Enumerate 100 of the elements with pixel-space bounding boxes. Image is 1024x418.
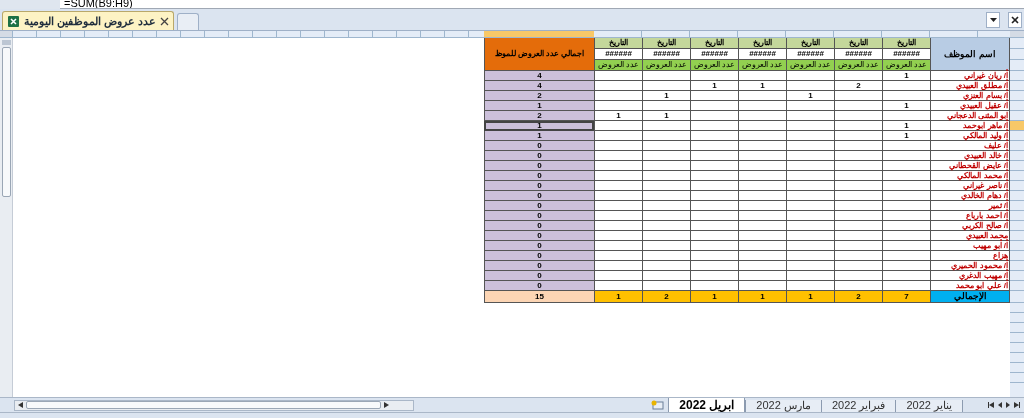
count-cell xyxy=(786,121,834,131)
sheet-tab[interactable]: مارس 2022 xyxy=(745,399,822,413)
count-cell xyxy=(690,241,738,251)
row-header-selected[interactable] xyxy=(1010,121,1024,131)
count-cell xyxy=(690,121,738,131)
count-cell xyxy=(594,171,642,181)
count-cell: 1 xyxy=(594,111,642,121)
row-total: 0 xyxy=(484,271,594,281)
employee-name: هزاع xyxy=(930,251,1010,261)
horizontal-scrollbar[interactable] xyxy=(14,399,414,411)
row-total: 0 xyxy=(484,141,594,151)
count-cell xyxy=(690,231,738,241)
count-cell xyxy=(882,211,930,221)
count-cell xyxy=(786,161,834,171)
sheet-tab[interactable]: فبراير 2022 xyxy=(820,399,897,413)
row-total: 1 xyxy=(484,121,594,131)
count-cell xyxy=(690,261,738,271)
count-cell: 1 xyxy=(642,111,690,121)
count-cell xyxy=(834,281,882,291)
count-cell xyxy=(642,101,690,111)
count-cell: 1 xyxy=(882,71,930,81)
row-total: 1 xyxy=(484,101,594,111)
close-button[interactable] xyxy=(1008,12,1022,28)
new-tab-button[interactable] xyxy=(177,13,200,30)
count-cell: 2 xyxy=(834,81,882,91)
row-total: 0 xyxy=(484,151,594,161)
count-cell xyxy=(738,101,786,111)
select-all-corner[interactable] xyxy=(0,31,13,38)
sheet-tab[interactable]: يناير 2022 xyxy=(895,399,963,413)
count-cell xyxy=(594,221,642,231)
count-cell xyxy=(834,221,882,231)
count-cell xyxy=(642,221,690,231)
count-cell xyxy=(738,241,786,251)
count-cell xyxy=(786,191,834,201)
new-sheet-icon[interactable] xyxy=(650,400,665,410)
count-cell xyxy=(642,191,690,201)
count-cell xyxy=(834,91,882,101)
count-cell xyxy=(594,91,642,101)
column-total: 1 xyxy=(690,291,738,303)
row-total: 0 xyxy=(484,241,594,251)
count-cell xyxy=(738,191,786,201)
count-cell xyxy=(882,81,930,91)
count-cell xyxy=(786,181,834,191)
count-cell xyxy=(786,241,834,251)
count-cell xyxy=(738,201,786,211)
arrow-left-icon[interactable] xyxy=(18,402,23,408)
count-cell xyxy=(738,171,786,181)
close-icon[interactable] xyxy=(160,16,170,26)
previous-sheet-icon[interactable] xyxy=(998,402,1002,408)
count-cell xyxy=(690,271,738,281)
count-cell xyxy=(834,121,882,131)
column-total: 1 xyxy=(594,291,642,303)
count-cell xyxy=(738,281,786,291)
row-total: 0 xyxy=(484,281,594,291)
row-total: 0 xyxy=(484,211,594,221)
row-total: 4 xyxy=(484,81,594,91)
count-cell xyxy=(594,231,642,241)
count-cell xyxy=(594,241,642,251)
sheet-tab[interactable]: ابريل 2022 xyxy=(668,397,746,413)
row-total: 2 xyxy=(484,91,594,101)
count-cell xyxy=(690,221,738,231)
count-cell xyxy=(594,161,642,171)
count-cell xyxy=(690,201,738,211)
arrow-right-icon[interactable] xyxy=(384,402,389,408)
next-sheet-icon[interactable] xyxy=(1006,402,1010,408)
caret-icon xyxy=(989,18,997,22)
column-total: 2 xyxy=(642,291,690,303)
count-cell xyxy=(642,281,690,291)
first-sheet-icon[interactable] xyxy=(988,402,994,408)
count-cell xyxy=(642,171,690,181)
count-cell xyxy=(786,111,834,121)
count-cell xyxy=(738,141,786,151)
column-total: 1 xyxy=(786,291,834,303)
row-total: 0 xyxy=(484,191,594,201)
count-cell xyxy=(594,71,642,81)
count-cell xyxy=(594,131,642,141)
count-cell xyxy=(834,141,882,151)
column-total: 7 xyxy=(882,291,930,303)
count-cell xyxy=(738,111,786,121)
count-cell xyxy=(882,221,930,231)
count-cell xyxy=(642,201,690,211)
count-cell xyxy=(738,231,786,241)
count-cell: 1 xyxy=(882,131,930,141)
count-cell xyxy=(738,151,786,161)
total-label: الإجمالي xyxy=(930,291,1010,303)
count-cell: 1 xyxy=(690,81,738,91)
vertical-scrollbar[interactable] xyxy=(0,38,13,397)
count-cell xyxy=(690,91,738,101)
count-cell xyxy=(642,71,690,81)
count-cell xyxy=(834,71,882,81)
count-cell xyxy=(834,161,882,171)
count-cell xyxy=(642,81,690,91)
document-tab[interactable]: عدد عروض الموظفين اليومية xyxy=(2,11,175,30)
count-cell xyxy=(882,241,930,251)
row-total: 2 xyxy=(484,111,594,121)
dropdown-button[interactable] xyxy=(986,12,1000,28)
count-cell xyxy=(642,271,690,281)
count-cell xyxy=(738,221,786,231)
last-sheet-icon[interactable] xyxy=(1014,402,1020,408)
count-cell xyxy=(882,261,930,271)
